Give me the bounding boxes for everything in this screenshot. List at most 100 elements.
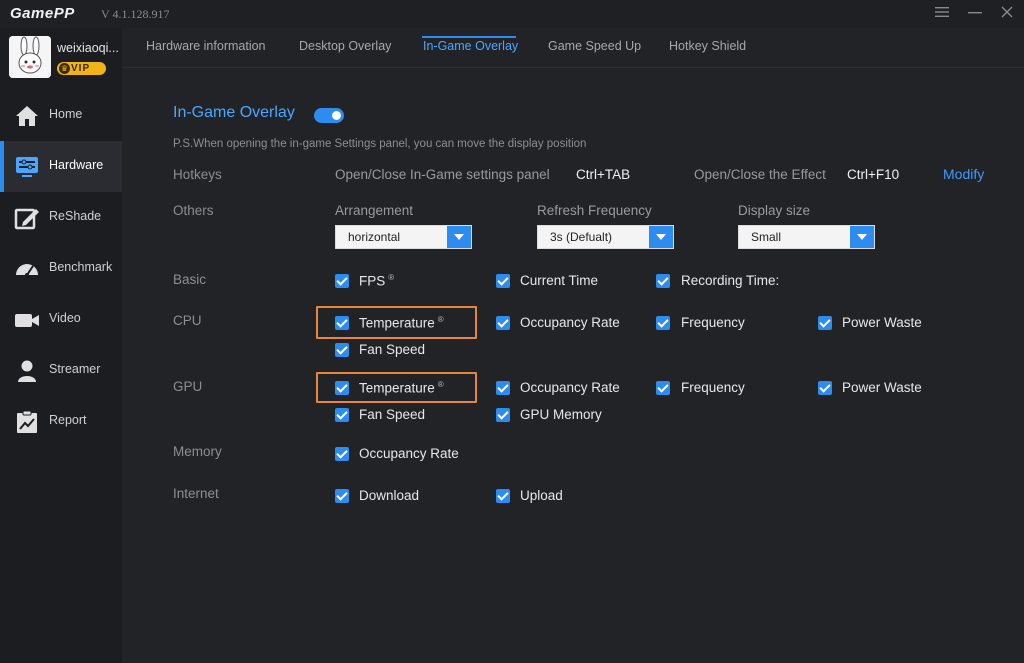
home-icon [14, 103, 40, 129]
upload-label: Upload [520, 488, 563, 503]
sidebar-item-video[interactable]: Video [0, 294, 122, 345]
hardware-icon [14, 154, 40, 180]
sidebar-item-label: Home [49, 107, 83, 121]
effect-hotkey-label: Open/Close the Effect [694, 167, 826, 182]
cpu-occupancy-checkbox[interactable] [496, 316, 510, 330]
gpu-memory-checkbox[interactable] [496, 408, 510, 422]
effect-hotkey[interactable]: Ctrl+F10 [847, 167, 899, 182]
chevron-down-icon[interactable] [447, 226, 471, 248]
sidebar-item-label: ReShade [49, 209, 102, 223]
page-title: In-Game Overlay [173, 104, 295, 121]
current-time-label: Current Time [520, 273, 599, 288]
tab-in-game-overlay[interactable]: In-Game Overlay [423, 39, 518, 53]
sidebar-item-reshade[interactable]: ReShade [0, 192, 122, 243]
gpu-occupancy-label: Occupancy Rate [520, 380, 620, 395]
current-time-checkbox[interactable] [496, 274, 510, 288]
benchmark-icon [14, 256, 40, 282]
sidebar-item-hardware[interactable]: Hardware [0, 141, 122, 192]
settings-panel-hotkey[interactable]: Ctrl+TAB [576, 167, 630, 182]
fps-checkbox[interactable] [335, 274, 349, 288]
gpu-fan-speed-checkbox[interactable] [335, 408, 349, 422]
toggle-knob [332, 111, 341, 120]
username: weixiaoqi... [57, 41, 119, 55]
memory-label: Memory [173, 444, 222, 459]
reshade-icon [14, 205, 40, 231]
vip-label: VIP [71, 63, 91, 74]
active-tab-indicator [422, 36, 516, 38]
app-logo: GamePP [10, 5, 75, 22]
cpu-occupancy-label: Occupancy Rate [520, 315, 620, 330]
refresh-frequency-select[interactable]: 3s (Defualt) [537, 225, 674, 249]
sidebar-item-streamer[interactable]: Streamer [0, 345, 122, 396]
download-checkbox[interactable] [335, 489, 349, 503]
cpu-label: CPU [173, 313, 202, 328]
cpu-frequency-checkbox[interactable] [656, 316, 670, 330]
gpu-frequency-checkbox[interactable] [656, 381, 670, 395]
display-size-label: Display size [738, 203, 811, 218]
cpu-power-waste-checkbox[interactable] [818, 316, 832, 330]
fps-label: FPS ® [359, 273, 395, 289]
gpu-occupancy-checkbox[interactable] [496, 381, 510, 395]
report-icon [14, 409, 40, 435]
others-label: Others [173, 203, 214, 218]
vip-badge: ♛ VIP [57, 62, 106, 75]
streamer-icon [14, 358, 40, 384]
upload-checkbox[interactable] [496, 489, 510, 503]
sidebar-item-benchmark[interactable]: Benchmark [0, 243, 122, 294]
close-icon[interactable] [998, 5, 1016, 23]
gpu-temperature-label: Temperature ® [359, 380, 444, 396]
tab-bar: Hardware information Desktop Overlay In-… [122, 28, 1024, 68]
gpu-power-waste-label: Power Waste [842, 380, 922, 395]
memory-occupancy-checkbox[interactable] [335, 447, 349, 461]
refresh-frequency-value: 3s (Defualt) [550, 230, 613, 244]
tab-hotkey-shield[interactable]: Hotkey Shield [669, 39, 746, 53]
sidebar-item-label: Report [49, 413, 87, 427]
cpu-temperature-label: Temperature ® [359, 315, 444, 331]
tab-game-speed-up[interactable]: Game Speed Up [548, 39, 641, 53]
sidebar-item-label: Benchmark [49, 260, 113, 274]
settings-panel-hotkey-label: Open/Close In-Game settings panel [335, 167, 550, 182]
arrangement-label: Arrangement [335, 203, 414, 218]
menu-icon[interactable] [933, 5, 951, 23]
chevron-down-icon[interactable] [649, 226, 673, 248]
display-size-value: Small [751, 230, 782, 244]
gpu-temperature-checkbox[interactable] [335, 381, 349, 395]
app-version: V 4.1.128.917 [101, 7, 170, 21]
sidebar-item-label: Hardware [49, 158, 104, 172]
gpu-power-waste-checkbox[interactable] [818, 381, 832, 395]
arrangement-value: horizontal [348, 230, 401, 244]
modify-hotkeys-link[interactable]: Modify [943, 166, 984, 182]
internet-label: Internet [173, 486, 219, 501]
overlay-note: P.S.When opening the in-game Settings pa… [173, 138, 587, 150]
hotkeys-label: Hotkeys [173, 167, 222, 182]
tab-hardware-information[interactable]: Hardware information [146, 39, 266, 53]
chevron-down-icon[interactable] [850, 226, 874, 248]
display-size-select[interactable]: Small [738, 225, 875, 249]
overlay-toggle[interactable] [314, 108, 344, 123]
sidebar-item-label: Video [49, 311, 81, 325]
avatar[interactable] [9, 36, 51, 78]
user-profile[interactable]: weixiaoqi... ♛ VIP [0, 28, 122, 88]
sidebar-item-report[interactable]: Report [0, 396, 122, 447]
cpu-fan-speed-checkbox[interactable] [335, 343, 349, 357]
tab-desktop-overlay[interactable]: Desktop Overlay [299, 39, 391, 53]
arrangement-select[interactable]: horizontal [335, 225, 472, 249]
gpu-fan-speed-label: Fan Speed [359, 407, 426, 422]
main-panel [122, 68, 1024, 663]
title-bar: GamePP V 4.1.128.917 [0, 0, 1024, 28]
recording-time-checkbox[interactable] [656, 274, 670, 288]
sidebar: weixiaoqi... ♛ VIP Home Hardware ReShade… [0, 28, 122, 663]
sidebar-item-label: Streamer [49, 362, 101, 376]
basic-label: Basic [173, 272, 207, 287]
minimize-icon[interactable] [966, 5, 984, 23]
cpu-fan-speed-label: Fan Speed [359, 342, 426, 357]
cpu-frequency-label: Frequency [681, 315, 745, 330]
cpu-power-waste-label: Power Waste [842, 315, 922, 330]
download-label: Download [359, 488, 420, 503]
sidebar-item-home[interactable]: Home [0, 90, 122, 141]
memory-occupancy-label: Occupancy Rate [359, 446, 459, 461]
gpu-frequency-label: Frequency [681, 380, 745, 395]
cpu-temperature-checkbox[interactable] [335, 316, 349, 330]
video-icon [14, 307, 40, 333]
refresh-frequency-label: Refresh Frequency [537, 203, 652, 218]
